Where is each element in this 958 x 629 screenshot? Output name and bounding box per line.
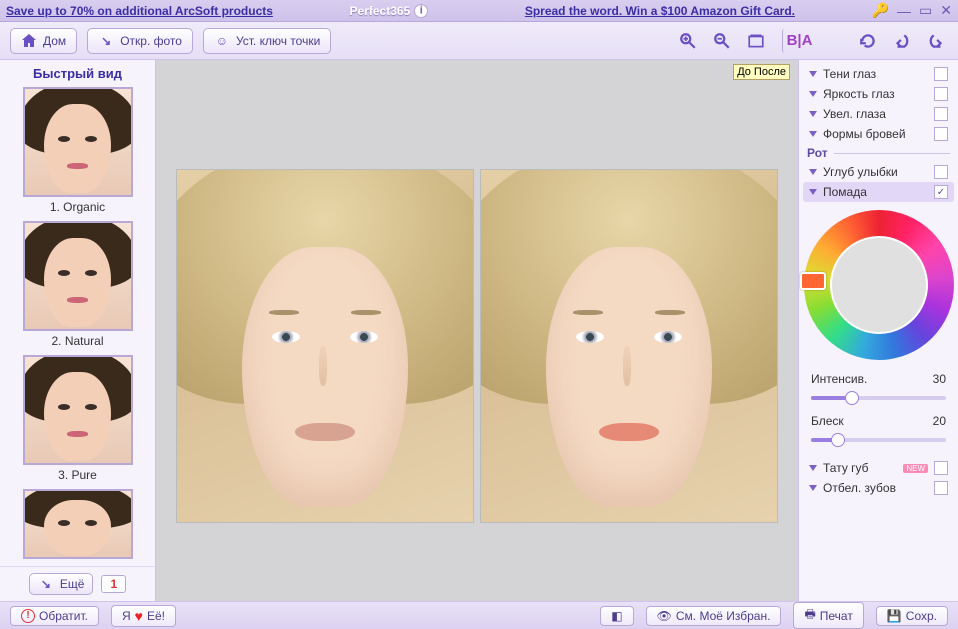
favorites-button[interactable]: 👁См. Моё Избран. (646, 606, 782, 626)
category-mouth: Рот (803, 144, 954, 162)
heart-icon: ♥ (135, 608, 143, 624)
option-label: Отбел. зубов (823, 481, 928, 495)
save-icon: 💾 (887, 609, 902, 623)
color-selection[interactable] (800, 272, 826, 290)
expand-icon (809, 131, 817, 137)
bottom-bar: !Обратит. Я♥Её! ◧ 👁См. Моё Избран. 🖶Печа… (0, 601, 958, 629)
more-presets-button[interactable]: ↘Ещё (29, 573, 94, 595)
option-label: Яркость глаз (823, 87, 928, 101)
eye-option[interactable]: Тени глаз (803, 64, 954, 84)
option-checkbox[interactable] (934, 165, 948, 179)
promo-link-left[interactable]: Save up to 70% on additional ArcSoft pro… (6, 4, 273, 18)
preset-pure[interactable]: 3. Pure (23, 355, 133, 485)
before-after-button[interactable]: B|A (782, 29, 806, 53)
cursor-icon: ↘ (98, 33, 114, 49)
canvas-area: До После (156, 60, 798, 601)
intensity-slider-row: Интенсив.30 (803, 368, 954, 410)
eye-option[interactable]: Увел. глаза (803, 104, 954, 124)
option-label: Тени глаз (823, 67, 928, 81)
preset-organic[interactable]: 1. Organic (23, 87, 133, 217)
set-keypoints-button[interactable]: ☺ Уст. ключ точки (203, 28, 331, 54)
eye-option[interactable]: Яркость глаз (803, 84, 954, 104)
promo-link-right[interactable]: Spread the word. Win a $100 Amazon Gift … (525, 4, 795, 18)
expand-icon (809, 169, 817, 175)
share-icon: ◧ (611, 609, 622, 623)
app-title: Perfect365i (350, 4, 429, 18)
option-label: Помада (823, 185, 928, 199)
i-love-it-button[interactable]: Я♥Её! (111, 605, 176, 627)
share-button[interactable]: ◧ (600, 606, 633, 626)
photo-after[interactable] (480, 169, 778, 523)
mouth-tail-option[interactable]: Отбел. зубов (803, 478, 954, 498)
feedback-button[interactable]: !Обратит. (10, 606, 99, 626)
adjustments-panel: Тени глаз Яркость глаз Увел. глаза Формы бр… (798, 60, 958, 601)
preset-natural[interactable]: 2. Natural (23, 221, 133, 351)
preset-count-badge: 1 (101, 575, 126, 593)
color-wheel[interactable] (804, 210, 954, 360)
fit-screen-button[interactable] (744, 29, 768, 53)
open-photo-button[interactable]: ↘ Откр. фото (87, 28, 193, 54)
key-icon[interactable]: 🔑 (872, 2, 889, 19)
option-label: Формы бровей (823, 127, 928, 141)
mouth-option[interactable]: Углуб улыбки (803, 162, 954, 182)
eye-option[interactable]: Формы бровей (803, 124, 954, 144)
quickview-sidebar: Быстрый вид 1. Organic 2. Natural 3. Pur… (0, 60, 156, 601)
mouth-tail-option[interactable]: Тату губ NEW (803, 458, 954, 478)
quickview-title: Быстрый вид (0, 60, 155, 87)
photo-before[interactable] (176, 169, 474, 523)
option-checkbox[interactable] (934, 481, 948, 495)
main-toolbar: Дом ↘ Откр. фото ☺ Уст. ключ точки B|A (0, 22, 958, 60)
redo-button[interactable] (924, 29, 948, 53)
zoom-in-button[interactable] (676, 29, 700, 53)
preset-next[interactable] (23, 489, 133, 559)
expand-icon (809, 91, 817, 97)
maximize-button[interactable]: ▭ (919, 2, 932, 19)
zoom-out-button[interactable] (710, 29, 734, 53)
save-button[interactable]: 💾Сохр. (876, 606, 948, 626)
option-label: Увел. глаза (823, 107, 928, 121)
print-button[interactable]: 🖶Печат (793, 602, 863, 629)
expand-icon (809, 465, 817, 471)
option-checkbox[interactable] (934, 461, 948, 475)
gloss-value: 20 (933, 414, 946, 428)
title-bar: Save up to 70% on additional ArcSoft pro… (0, 0, 958, 22)
eye-icon: 👁 (657, 609, 672, 623)
info-icon[interactable]: i (414, 4, 428, 18)
option-checkbox[interactable]: ✓ (934, 185, 948, 199)
gloss-slider-row: Блеск20 (803, 410, 954, 452)
preset-list: 1. Organic 2. Natural 3. Pure (0, 87, 155, 566)
gloss-slider[interactable] (811, 432, 946, 448)
compare-tooltip: До После (733, 64, 790, 80)
close-button[interactable]: ✕ (940, 2, 952, 19)
option-checkbox[interactable] (934, 67, 948, 81)
option-label: Тату губ (823, 461, 895, 475)
mouth-option[interactable]: Помада ✓ (803, 182, 954, 202)
option-label: Углуб улыбки (823, 165, 928, 179)
cursor-icon: ↘ (38, 576, 54, 592)
face-icon: ☺ (214, 33, 230, 49)
minimize-button[interactable]: — (897, 3, 911, 19)
intensity-value: 30 (933, 372, 946, 386)
exclaim-icon: ! (21, 609, 35, 623)
undo-all-button[interactable] (856, 29, 880, 53)
undo-button[interactable] (890, 29, 914, 53)
expand-icon (809, 111, 817, 117)
intensity-slider[interactable] (811, 390, 946, 406)
home-button[interactable]: Дом (10, 28, 77, 54)
home-icon (21, 33, 37, 49)
option-checkbox[interactable] (934, 127, 948, 141)
expand-icon (809, 485, 817, 491)
print-icon: 🖶 (804, 605, 815, 626)
new-tag: NEW (903, 464, 928, 473)
expand-icon (809, 189, 817, 195)
option-checkbox[interactable] (934, 87, 948, 101)
expand-icon (809, 71, 817, 77)
option-checkbox[interactable] (934, 107, 948, 121)
